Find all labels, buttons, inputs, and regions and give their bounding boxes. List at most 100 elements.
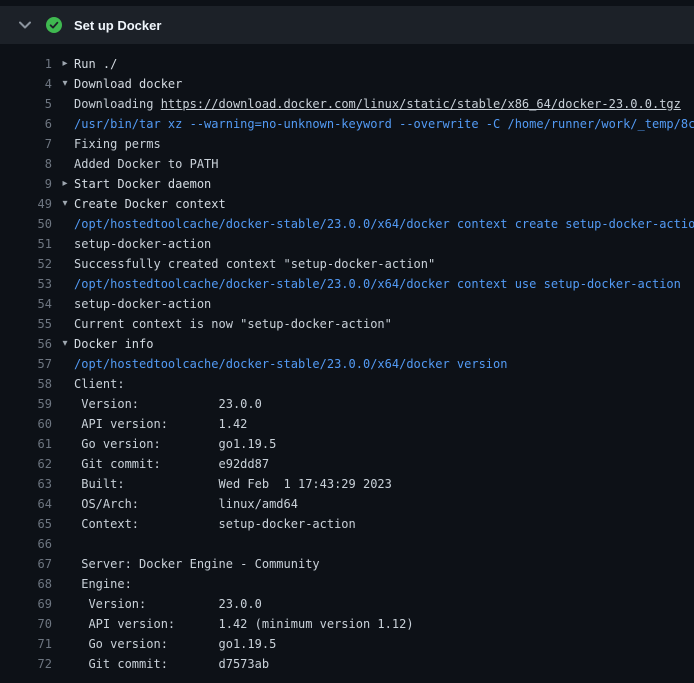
log-line: 6/usr/bin/tar xz --warning=no-unknown-ke… <box>0 114 694 134</box>
line-number[interactable]: 64 <box>0 494 52 514</box>
line-number[interactable]: 54 <box>0 294 52 314</box>
log-line: 49 ▾Create Docker context <box>0 194 694 214</box>
line-number[interactable]: 63 <box>0 474 52 494</box>
log-line-content: API version: 1.42 <box>52 414 694 434</box>
line-number[interactable]: 65 <box>0 514 52 534</box>
log-line: 72 Git commit: d7573ab <box>0 654 694 674</box>
log-line-content: Current context is now "setup-docker-act… <box>52 314 694 334</box>
log-line-content: Built: Wed Feb 1 17:43:29 2023 <box>52 474 694 494</box>
log-line-content: setup-docker-action <box>52 294 694 314</box>
line-number[interactable]: 52 <box>0 254 52 274</box>
log-line-content: Added Docker to PATH <box>52 154 694 174</box>
line-number[interactable]: 4 <box>0 74 52 94</box>
group-title[interactable]: Run ./ <box>74 57 117 71</box>
success-check-icon <box>46 17 62 33</box>
line-number[interactable]: 7 <box>0 134 52 154</box>
log-text: setup-docker-action <box>74 237 211 251</box>
line-number[interactable]: 59 <box>0 394 52 414</box>
line-number[interactable]: 71 <box>0 634 52 654</box>
log-line-content: Go version: go1.19.5 <box>52 434 694 454</box>
triangle-down-icon[interactable]: ▾ <box>58 74 72 94</box>
group-title[interactable]: Docker info <box>74 337 153 351</box>
line-number[interactable]: 66 <box>0 534 52 554</box>
triangle-down-icon[interactable]: ▾ <box>58 194 72 214</box>
line-number[interactable]: 1 <box>0 54 52 74</box>
log-line: 61 Go version: go1.19.5 <box>0 434 694 454</box>
line-number[interactable]: 49 <box>0 194 52 214</box>
line-number[interactable]: 6 <box>0 114 52 134</box>
log-line: 55Current context is now "setup-docker-a… <box>0 314 694 334</box>
line-number[interactable]: 51 <box>0 234 52 254</box>
log-line: 9▸Start Docker daemon <box>0 174 694 194</box>
log-line: 64 OS/Arch: linux/amd64 <box>0 494 694 514</box>
log-text: Engine: <box>74 577 132 591</box>
line-number[interactable]: 60 <box>0 414 52 434</box>
log-line: 59 Version: 23.0.0 <box>0 394 694 414</box>
line-number[interactable]: 58 <box>0 374 52 394</box>
log-link[interactable]: https://download.docker.com/linux/static… <box>161 97 681 111</box>
log-line-content: Successfully created context "setup-dock… <box>52 254 694 274</box>
log-line: 71 Go version: go1.19.5 <box>0 634 694 654</box>
log-line: 69 Version: 23.0.0 <box>0 594 694 614</box>
log-line-content: /opt/hostedtoolcache/docker-stable/23.0.… <box>52 274 694 294</box>
log-text: Added Docker to PATH <box>74 157 219 171</box>
log-container: 1▸Run ./4▾Download docker5Downloading ht… <box>0 44 694 674</box>
line-number[interactable]: 55 <box>0 314 52 334</box>
log-text: API version: 1.42 <box>74 417 247 431</box>
log-line: 65 Context: setup-docker-action <box>0 514 694 534</box>
log-group-content: ▾Download docker <box>52 74 694 94</box>
line-number[interactable]: 62 <box>0 454 52 474</box>
line-number[interactable]: 53 <box>0 274 52 294</box>
log-text: Successfully created context "setup-dock… <box>74 257 435 271</box>
group-title[interactable]: Create Docker context <box>74 197 226 211</box>
log-line-content: Git commit: e92dd87 <box>52 454 694 474</box>
triangle-right-icon[interactable]: ▸ <box>58 174 72 194</box>
log-line: 52 Successfully created context "setup-do… <box>0 254 694 274</box>
log-group-content: ▾Docker info <box>52 334 694 354</box>
log-line-content: setup-docker-action <box>52 234 694 254</box>
group-title[interactable]: Start Docker daemon <box>74 177 211 191</box>
group-title[interactable]: Download docker <box>74 77 182 91</box>
log-line-content: Client: <box>52 374 694 394</box>
log-line: 63 Built: Wed Feb 1 17:43:29 2023 <box>0 474 694 494</box>
log-text: Built: Wed Feb 1 17:43:29 2023 <box>74 477 392 491</box>
line-number[interactable]: 57 <box>0 354 52 374</box>
line-number[interactable]: 70 <box>0 614 52 634</box>
log-line-content: Server: Docker Engine - Community <box>52 554 694 574</box>
log-line: 4▾Download docker <box>0 74 694 94</box>
line-number[interactable]: 67 <box>0 554 52 574</box>
line-number[interactable]: 61 <box>0 434 52 454</box>
step-header[interactable]: Set up Docker <box>0 6 694 44</box>
log-text: Fixing perms <box>74 137 161 151</box>
log-line: 50/opt/hostedtoolcache/docker-stable/23.… <box>0 214 694 234</box>
line-number[interactable]: 50 <box>0 214 52 234</box>
line-number[interactable]: 8 <box>0 154 52 174</box>
log-line: 5Downloading https://download.docker.com… <box>0 94 694 114</box>
log-line-content: /opt/hostedtoolcache/docker-stable/23.0.… <box>52 354 694 374</box>
log-line-content <box>52 534 694 554</box>
log-line: 1▸Run ./ <box>0 54 694 74</box>
log-text: OS/Arch: linux/amd64 <box>74 497 298 511</box>
line-number[interactable]: 69 <box>0 594 52 614</box>
log-text: API version: 1.42 (minimum version 1.12) <box>74 617 414 631</box>
log-line: 70 API version: 1.42 (minimum version 1.… <box>0 614 694 634</box>
log-line: 56▾Docker info <box>0 334 694 354</box>
log-line-content: OS/Arch: linux/amd64 <box>52 494 694 514</box>
line-number[interactable]: 9 <box>0 174 52 194</box>
log-group-content: ▸Start Docker daemon <box>52 174 694 194</box>
triangle-down-icon[interactable]: ▾ <box>58 334 72 354</box>
triangle-right-icon[interactable]: ▸ <box>58 54 72 74</box>
line-number[interactable]: 72 <box>0 654 52 674</box>
line-number[interactable]: 5 <box>0 94 52 114</box>
log-line: 62 Git commit: e92dd87 <box>0 454 694 474</box>
log-line-content: Engine: <box>52 574 694 594</box>
log-line-content: Fixing perms <box>52 134 694 154</box>
chevron-down-icon[interactable] <box>18 21 32 29</box>
log-line-content: /opt/hostedtoolcache/docker-stable/23.0.… <box>52 214 694 234</box>
log-text: setup-docker-action <box>74 297 211 311</box>
line-number[interactable]: 56 <box>0 334 52 354</box>
step-title: Set up Docker <box>74 18 161 33</box>
log-group-content: ▸Run ./ <box>52 54 694 74</box>
log-text: Git commit: d7573ab <box>74 657 269 671</box>
line-number[interactable]: 68 <box>0 574 52 594</box>
